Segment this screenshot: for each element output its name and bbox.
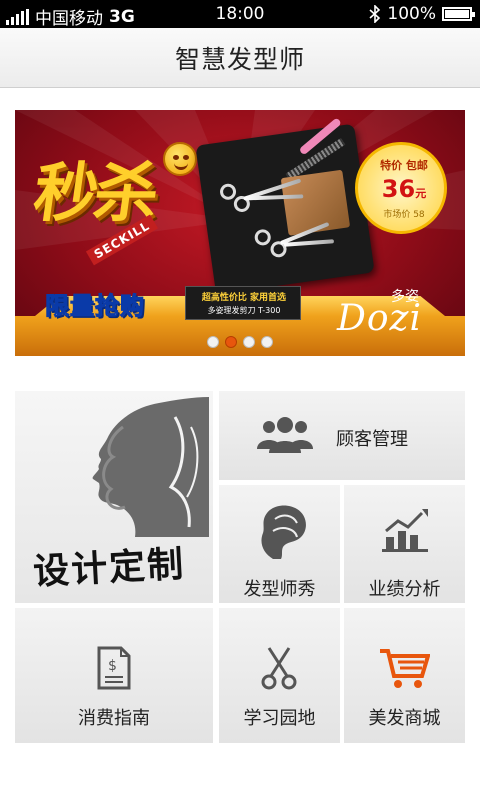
design-custom-label: 设计定制: [32, 543, 187, 593]
performance-analysis-label: 业绩分析: [368, 579, 441, 600]
price-badge: 特价 包邮 36元 市场价 58: [355, 142, 447, 234]
promo-box: 超高性价比 家用首选 多姿理发剪刀 T-300: [185, 286, 301, 320]
consumer-guide-tile[interactable]: $ 消费指南: [15, 608, 213, 743]
hairstylist-show-tile[interactable]: 发型师秀: [219, 485, 340, 603]
market-price: 市场价 58: [383, 210, 425, 220]
carousel-dot-1[interactable]: [207, 336, 219, 348]
page-title: 智慧发型师: [174, 44, 305, 74]
promo-line-2: 多姿理发剪刀 T-300: [207, 306, 281, 315]
price-amount: 36元: [381, 175, 427, 203]
bluetooth-icon: [369, 5, 381, 23]
battery-icon: [442, 7, 475, 21]
design-custom-tile[interactable]: 设计定制: [15, 391, 213, 603]
hair-mall-tile[interactable]: 美发商城: [344, 608, 465, 743]
carousel-dot-4[interactable]: [261, 336, 273, 348]
status-right: 100%: [369, 4, 475, 24]
shopping-cart-icon: [380, 649, 430, 688]
price-badge-label: 特价 包邮: [380, 159, 428, 172]
promo-banner[interactable]: 秒杀 SECKILL 特价 包邮 36元 市场价 58 限量抢购 超高性价比 家…: [15, 110, 465, 356]
hairstylist-show-label: 发型师秀: [243, 579, 316, 600]
consumer-guide-label: 消费指南: [78, 708, 150, 729]
woman-profile-icon: [92, 397, 209, 537]
receipt-icon: $: [97, 646, 131, 690]
limited-sale-text: 限量抢购: [45, 292, 145, 321]
learning-garden-label: 学习园地: [243, 708, 316, 729]
carousel-indicator: [15, 336, 465, 348]
customer-management-label: 顾客管理: [336, 429, 408, 450]
scissors-icon: [261, 647, 297, 690]
bar-chart-icon: [382, 509, 428, 552]
hairstyle-icon: [261, 505, 306, 559]
performance-analysis-tile[interactable]: 业绩分析: [344, 485, 465, 603]
learning-garden-tile[interactable]: 学习园地: [219, 608, 340, 743]
status-bar: 中国移动 3G 18:00 100%: [0, 0, 480, 29]
scissor-kit-image: [195, 117, 375, 295]
carousel-dot-2[interactable]: [225, 336, 237, 348]
promo-line-1: 超高性价比 家用首选: [201, 293, 287, 303]
hair-mall-label: 美发商城: [368, 708, 441, 729]
smiley-icon: [163, 142, 197, 176]
title-bar: 智慧发型师: [0, 28, 480, 88]
battery-fill: [445, 10, 469, 18]
svg-text:$: $: [108, 658, 117, 674]
battery-percent: 100%: [387, 4, 436, 24]
carousel-dot-3[interactable]: [243, 336, 255, 348]
customer-management-tile[interactable]: 顾客管理: [219, 391, 465, 480]
